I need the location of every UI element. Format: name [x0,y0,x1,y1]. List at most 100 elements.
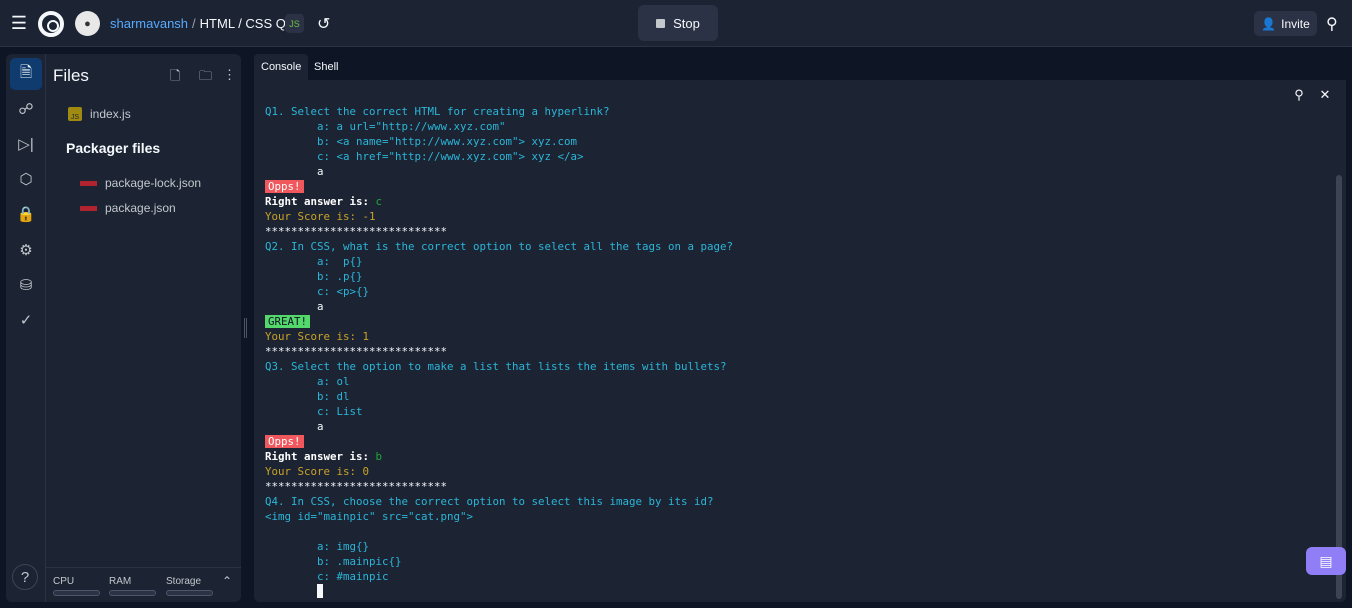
close-icon[interactable]: ✕ [1316,86,1334,104]
console-text: c: List [265,405,363,418]
console-text: b: .mainpic{} [265,555,402,568]
storage-label: Storage [166,576,202,587]
breadcrumb-separator: / [192,16,196,31]
invite-button[interactable]: 👤 Invite [1254,11,1317,36]
file-item-index-js[interactable]: JS index.js [68,107,131,121]
console-text: Your Score is: 1 [265,330,370,343]
right-answer-label: Right answer is: [265,195,376,208]
invite-label: Invite [1281,16,1310,31]
console-text: Your Score is: -1 [265,210,376,223]
console-line: Q3. Select the option to make a list tha… [265,359,733,374]
scrollbar[interactable] [1336,175,1342,599]
console-line: Right answer is: b [265,449,733,464]
console-line: Your Score is: 0 [265,464,733,479]
console-line: Opps! [265,179,733,194]
tool-rail: 🗎 ☍ ▷| ⬡ 🔒 ⚙ ⛁ ✓ ? [6,54,46,602]
console-text: Q1. Select the correct HTML for creating… [265,105,610,118]
console-line: b: .mainpic{} [265,554,733,569]
console-text: a [265,300,324,313]
console-text: Opps! [265,435,304,448]
console-line: Q1. Select the correct HTML for creating… [265,104,733,119]
console-line: **************************** [265,224,733,239]
console-text: a: ol [265,375,350,388]
console-text: **************************** [265,225,448,238]
file-name: index.js [90,107,131,121]
avatar[interactable]: ● [75,11,100,36]
npm-icon [80,180,97,186]
stop-label: Stop [673,15,700,31]
panel-resize-handle[interactable] [244,318,247,338]
console-line: b: dl [265,389,733,404]
owner-link[interactable]: sharmavansh [110,16,188,31]
file-item-package-lock[interactable]: package-lock.json [80,176,201,190]
console-lines: Q1. Select the correct HTML for creating… [265,104,733,599]
files-tool-icon[interactable]: 🗎 [10,58,42,90]
tab-shell[interactable]: Shell [307,54,345,80]
files-title: Files [53,66,89,85]
right-answer-value: b [375,450,383,463]
right-answer-value: c [375,195,383,208]
ram-bar [109,590,156,596]
help-icon[interactable]: ? [12,564,38,590]
console-line: c: List [265,404,733,419]
packages-icon[interactable]: ⬡ [10,163,42,195]
console-line: a: a url="http://www.xyz.com" [265,119,733,134]
console-line: Right answer is: c [265,194,733,209]
settings-gear-icon[interactable]: ⚙ [10,234,42,266]
replit-logo-icon[interactable] [38,11,64,37]
console-text: a: img{} [265,540,370,553]
npm-icon [80,205,97,211]
js-icon: JS [68,107,82,121]
right-answer-label: Right answer is: [265,450,376,463]
terminal-cursor [317,584,324,598]
console-text: Q3. Select the option to make a list tha… [265,360,727,373]
console-text: a [265,165,324,178]
new-file-icon[interactable]: 🗋 [170,67,180,89]
console-line: a: ol [265,374,733,389]
console-text: c: <a href="http://www.xyz.com"> xyz </a… [265,150,584,163]
console-text: **************************** [265,345,448,358]
more-options-icon[interactable]: ⋮ [223,67,236,83]
console-line: Q2. In CSS, what is the correct option t… [265,239,733,254]
console-line: a [265,164,733,179]
console-pane: Console Shell ⚲ ✕ Q1. Select the correct … [254,54,1346,602]
console-line: **************************** [265,479,733,494]
file-item-package-json[interactable]: package.json [80,201,176,215]
console-text: c: <p>{} [265,285,370,298]
database-icon[interactable]: ⛁ [10,269,42,301]
console-line: b: .p{} [265,269,733,284]
console-text: Opps! [265,180,304,193]
cpu-bar [53,590,100,596]
console-line: GREAT! [265,314,733,329]
console-text: c: #mainpic [265,570,389,583]
console-text: a: a url="http://www.xyz.com" [265,120,506,133]
files-panel: Files 🗋 🗀 ⋮ JS index.js Packager files pa… [46,54,241,602]
console-output[interactable]: ⚲ ✕ Q1. Select the correct HTML for creat… [254,80,1346,602]
console-text: GREAT! [265,315,311,328]
menu-icon[interactable]: ☰ [10,13,28,33]
debugger-icon[interactable]: ▷| [10,128,42,160]
git-icon[interactable]: ☍ [10,93,42,125]
console-text: Q2. In CSS, what is the correct option t… [265,240,734,253]
check-icon[interactable]: ✓ [10,304,42,336]
storage-bar [166,590,213,596]
search-icon[interactable]: ⚲ [1326,14,1338,34]
tab-console[interactable]: Console [254,54,309,80]
stop-button[interactable]: Stop [638,5,718,41]
packager-files-title: Packager files [66,140,161,156]
nodejs-icon: JS [285,14,304,33]
chat-icon[interactable]: ▤ [1306,547,1346,575]
history-icon[interactable]: ↺ [317,14,330,34]
new-folder-icon[interactable]: 🗀 [199,67,212,89]
console-line: Your Score is: -1 [265,209,733,224]
search-icon[interactable]: ⚲ [1290,86,1308,104]
stop-icon [656,18,666,28]
resources-panel[interactable]: CPU RAM Storage ⌃ [46,567,241,602]
console-text: <img id="mainpic" src="cat.png"> [265,510,474,523]
console-line: c: <p>{} [265,284,733,299]
secrets-lock-icon[interactable]: 🔒 [10,198,42,230]
chevron-up-icon[interactable]: ⌃ [222,574,232,588]
console-line: a [265,419,733,434]
ram-label: RAM [109,576,132,587]
